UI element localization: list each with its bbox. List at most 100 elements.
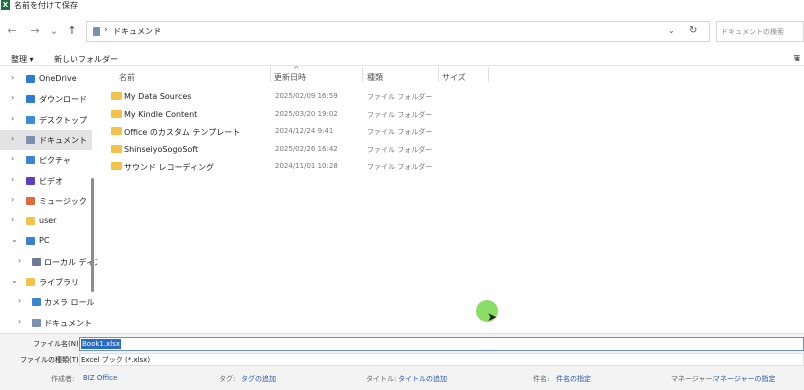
file-name[interactable]: ShinseiyoSogoSoft xyxy=(124,145,198,154)
column-header-name[interactable]: 名前 xyxy=(119,72,135,83)
file-row[interactable]: My Data Sources 2025/02/09 16:59 ファイル フォルダ… xyxy=(104,88,704,105)
column-divider[interactable] xyxy=(438,67,439,82)
command-bar: 整理 ▾ 新しいフォルダー ≡ xyxy=(0,51,804,66)
search-input[interactable]: ドキュメントの検索 xyxy=(716,21,804,42)
sidebar-item[interactable]: › カメラ ロール xyxy=(0,292,95,312)
column-header-size[interactable]: サイズ xyxy=(442,72,466,83)
address-dropdown-button[interactable]: ⌄ xyxy=(668,26,675,35)
chevron-right-icon[interactable]: › xyxy=(11,154,14,163)
filetype-select[interactable]: Excel ブック (*.xlsx) xyxy=(79,353,804,366)
chevron-right-icon[interactable]: › xyxy=(18,317,21,326)
filename-value[interactable]: Book1.xlsx xyxy=(81,339,121,349)
window-title: 名前を付けて保存 xyxy=(14,1,78,10)
sidebar-item-label: user xyxy=(39,216,57,226)
chevron-right-icon[interactable]: › xyxy=(11,175,14,184)
title-field[interactable]: タイトルの追加 xyxy=(398,374,447,384)
chevron-down-icon[interactable]: ⌄ xyxy=(11,276,18,285)
breadcrumb-separator[interactable]: › xyxy=(104,25,108,35)
file-row[interactable]: My Kindle Content 2025/03/20 19:02 ファイル フォ… xyxy=(104,106,704,123)
manager-field[interactable]: マネージャーの指定 xyxy=(713,374,776,384)
up-button[interactable]: ↑ xyxy=(65,23,79,39)
organize-button[interactable]: 整理 ▾ xyxy=(11,54,34,65)
videos-icon xyxy=(26,176,35,185)
column-header-type[interactable]: 種類 xyxy=(367,72,383,83)
sidebar-item[interactable]: › ミュージック xyxy=(0,191,92,211)
camera-roll-icon xyxy=(32,298,41,307)
music-icon xyxy=(26,196,35,205)
filename-label: ファイル名(N): xyxy=(33,340,82,348)
breadcrumb-documents[interactable]: ドキュメント xyxy=(113,26,161,37)
file-row[interactable]: ShinseiyoSogoSoft 2025/02/26 16:42 ファイル フォ… xyxy=(104,141,704,158)
column-header-date[interactable]: 更新日時 xyxy=(274,72,306,83)
filename-field[interactable]: Book1.xlsx xyxy=(79,337,804,351)
recent-locations-button[interactable]: ⌄ xyxy=(47,23,61,39)
sidebar-scrollbar[interactable] xyxy=(91,178,94,292)
filetype-label: ファイルの種類(T): xyxy=(20,356,82,364)
breadcrumb-separator[interactable]: › xyxy=(157,25,161,35)
column-divider[interactable] xyxy=(488,67,489,82)
library-icon xyxy=(26,278,35,286)
refresh-button[interactable]: ↻ xyxy=(689,25,697,36)
scroll-up-icon[interactable]: ▲ xyxy=(795,55,800,62)
sidebar-item[interactable]: › ダウンロード xyxy=(0,89,92,109)
file-row[interactable]: サウンド レコーディング 2024/11/01 10:28 ファイル フォルダー xyxy=(104,158,704,175)
file-name[interactable]: Office のカスタム テンプレート xyxy=(124,127,240,138)
chevron-right-icon[interactable]: › xyxy=(11,114,14,123)
sidebar-item-label: ミュージック xyxy=(39,196,87,206)
back-button[interactable]: ← xyxy=(5,23,19,39)
file-date: 2025/02/09 16:59 xyxy=(275,92,338,100)
chevron-right-icon[interactable]: › xyxy=(11,195,14,204)
sidebar-item-label: ピクチャ xyxy=(39,156,71,166)
file-name[interactable]: My Data Sources xyxy=(124,92,191,101)
tags-field[interactable]: タグの追加 xyxy=(241,374,276,384)
sidebar-item[interactable]: › デスクトップ xyxy=(0,110,92,130)
chevron-right-icon[interactable]: › xyxy=(11,73,14,82)
forward-button[interactable]: → xyxy=(28,23,42,39)
file-date: 2024/12/24 9:41 xyxy=(275,127,334,136)
chevron-right-icon[interactable]: › xyxy=(11,134,14,143)
sidebar-item[interactable]: › OneDrive xyxy=(0,69,92,89)
chevron-right-icon[interactable]: › xyxy=(18,296,21,305)
author-field[interactable]: BIZ Office xyxy=(83,374,117,382)
sidebar-item[interactable]: › ドキュメント xyxy=(0,129,92,150)
filetype-value[interactable]: Excel ブック (*.xlsx) xyxy=(81,355,150,365)
sidebar-item-label: カメラ ロール xyxy=(44,298,95,308)
title-bar: X 名前を付けて保存 xyxy=(0,0,804,12)
excel-icon: X xyxy=(1,0,10,10)
sidebar-item-label: ダウンロード xyxy=(39,95,87,105)
sidebar-item[interactable]: › ローカル ディスク xyxy=(0,252,97,272)
documents-icon xyxy=(32,318,41,327)
sidebar-item[interactable]: › ドキュメント xyxy=(0,313,92,330)
file-name[interactable]: サウンド レコーディング xyxy=(124,162,214,173)
documents-icon xyxy=(93,27,100,36)
folder-icon xyxy=(111,144,122,153)
file-date: 2024/11/01 10:28 xyxy=(275,162,338,171)
sidebar-item-label: OneDrive xyxy=(39,74,77,83)
file-row[interactable]: Office のカスタム テンプレート 2024/12/24 9:41 ファイル フ… xyxy=(104,123,704,140)
folder-icon xyxy=(111,92,122,100)
file-type: ファイル フォルダー xyxy=(367,93,433,101)
folder-icon xyxy=(111,127,122,136)
mouse-cursor-icon: ➤ xyxy=(487,310,498,324)
chevron-right-icon[interactable]: › xyxy=(11,93,14,102)
file-name[interactable]: My Kindle Content xyxy=(124,110,197,119)
pictures-icon xyxy=(26,156,35,165)
column-divider[interactable] xyxy=(362,67,363,82)
sidebar-item[interactable]: › ピクチャ xyxy=(0,150,92,170)
folder-icon xyxy=(111,162,122,171)
column-divider[interactable] xyxy=(270,67,271,82)
file-type: ファイル フォルダー xyxy=(367,163,433,172)
sidebar-item[interactable]: ⌄ ライブラリ xyxy=(0,272,92,292)
sidebar-item[interactable]: › ビデオ xyxy=(0,171,92,191)
subject-field[interactable]: 件名の指定 xyxy=(556,374,591,384)
file-list: ^ 名前 更新日時 種類 サイズ My Data Sources 2025/02/… xyxy=(104,65,794,330)
sidebar-item[interactable]: › user xyxy=(0,211,92,231)
subject-label: 件名: xyxy=(533,375,550,383)
chevron-down-icon[interactable]: ⌄ xyxy=(11,235,18,244)
address-bar[interactable]: › ドキュメント › ⌄ ↻ xyxy=(86,21,710,42)
chevron-right-icon[interactable]: › xyxy=(11,215,14,224)
new-folder-button[interactable]: 新しいフォルダー xyxy=(54,54,118,65)
folder-icon xyxy=(26,217,35,226)
sidebar-item[interactable]: ⌄ PC xyxy=(0,231,92,251)
chevron-right-icon[interactable]: › xyxy=(18,256,21,265)
